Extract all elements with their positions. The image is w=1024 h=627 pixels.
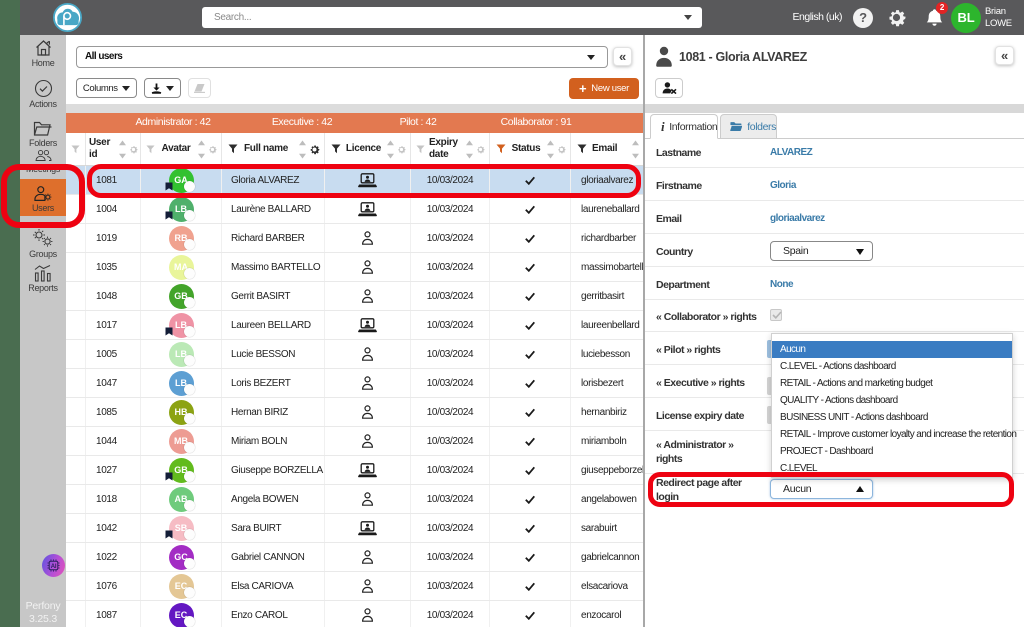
svg-text:AI: AI bbox=[51, 564, 57, 570]
